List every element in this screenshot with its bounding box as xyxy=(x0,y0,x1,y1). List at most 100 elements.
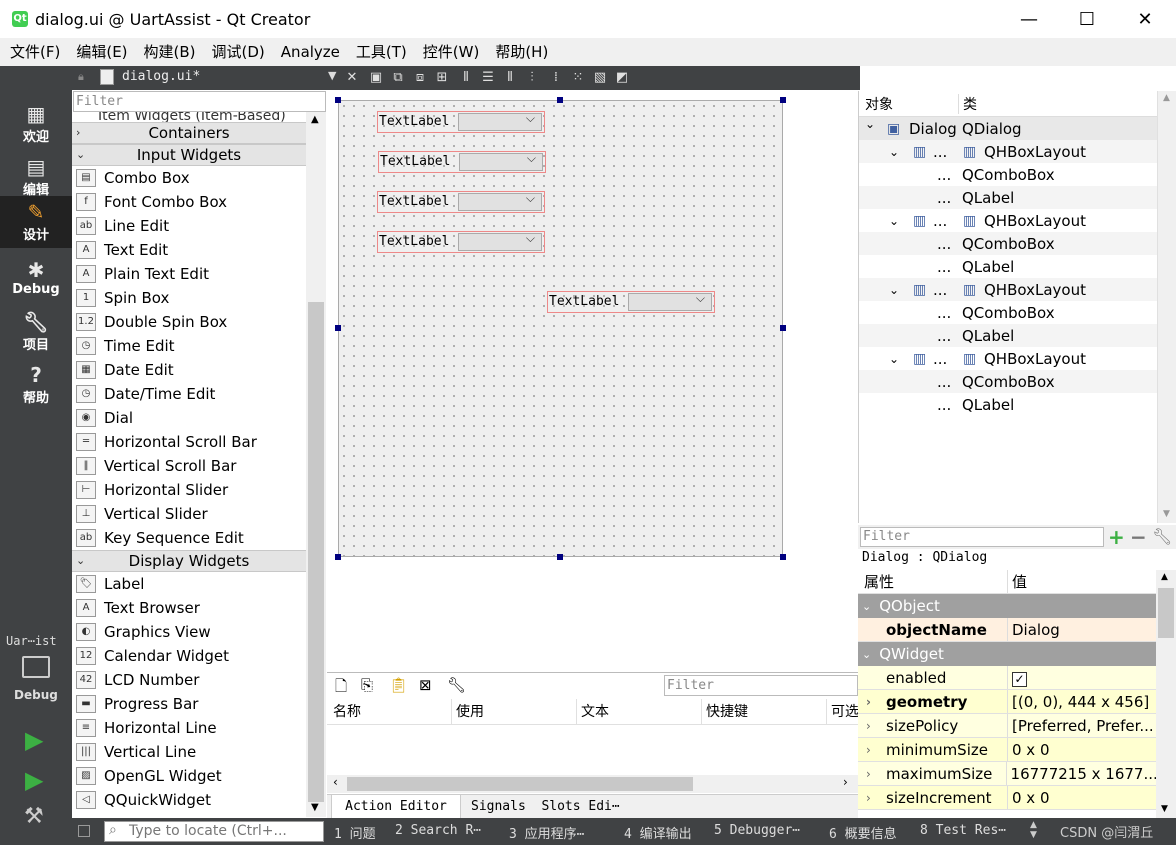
category-display-widgets[interactable]: ⌄ Display Widgets xyxy=(72,550,306,572)
property-row[interactable]: › geometry [(0, 0), 444 x 456] xyxy=(858,690,1156,714)
object-inspector-scrollbar[interactable]: ▲ ▼ xyxy=(1157,91,1176,523)
tree-row[interactable]: ⌄ ▥... ▥ QHBoxLayout xyxy=(859,347,1176,370)
mode-design[interactable]: ✎ 设计 xyxy=(0,196,72,248)
configure-wrench-icon[interactable]: 🔧︎ xyxy=(447,676,466,694)
menu-help[interactable]: 帮助(H) xyxy=(487,38,556,66)
section-qwidget[interactable]: ⌄ QWidget xyxy=(858,642,1156,666)
property-editor-scrollbar[interactable]: ▲ ▼ xyxy=(1156,570,1176,818)
text-label[interactable]: TextLabel xyxy=(379,152,459,172)
scrollbar-thumb[interactable] xyxy=(347,777,693,791)
menu-build[interactable]: 构建(B) xyxy=(136,38,204,66)
tab-action-editor[interactable]: Action Editor xyxy=(331,795,461,819)
category-containers[interactable]: › Containers xyxy=(72,122,306,144)
resize-handle[interactable] xyxy=(335,554,341,560)
form-layout-icon[interactable]: ⁞ xyxy=(546,68,566,88)
widget-item[interactable]: ◁ QQuickWidget xyxy=(72,788,306,812)
pane-general-messages[interactable]: 6 概要信息 xyxy=(829,823,897,842)
hbox-layout-5[interactable]: TextLabel xyxy=(547,291,715,313)
text-label[interactable]: TextLabel xyxy=(548,292,628,312)
column-checkable[interactable]: 可选 xyxy=(827,699,858,724)
widget-item[interactable]: ◷ Time Edit xyxy=(72,334,306,358)
tree-row[interactable]: ⌄ ▥... ▥ QHBoxLayout xyxy=(859,140,1176,163)
resize-handle[interactable] xyxy=(557,97,563,103)
tab-signals-slots[interactable]: Signals Slots Edi⋯ xyxy=(471,795,620,819)
widget-item[interactable]: ‖ Vertical Scroll Bar xyxy=(72,454,306,478)
debug-run-icon[interactable]: ▶ xyxy=(25,766,43,794)
combo-box[interactable] xyxy=(458,231,542,251)
resize-handle[interactable] xyxy=(335,325,341,331)
widget-item[interactable]: ▬ Progress Bar xyxy=(72,692,306,716)
close-document-icon[interactable]: ✕ xyxy=(342,68,362,88)
minimize-button[interactable]: — xyxy=(1000,0,1058,38)
text-label[interactable]: TextLabel xyxy=(378,192,458,212)
widget-item[interactable]: ab Line Edit xyxy=(72,214,306,238)
tree-row[interactable]: ... QComboBox xyxy=(859,163,1176,186)
hbox-layout-3[interactable]: TextLabel xyxy=(377,191,545,213)
tree-row[interactable]: ... QLabel xyxy=(859,393,1176,416)
mode-help[interactable]: ? 帮助 xyxy=(0,359,72,411)
menu-tools[interactable]: 工具(T) xyxy=(348,38,415,66)
combo-box[interactable] xyxy=(459,151,543,171)
property-row[interactable]: enabled ✓ xyxy=(858,666,1156,690)
remove-property-icon[interactable]: − xyxy=(1130,525,1147,549)
tree-row[interactable]: ... QComboBox xyxy=(859,301,1176,324)
scroll-up-icon[interactable]: ▲ xyxy=(1161,572,1168,582)
edit-tab-order-icon[interactable]: ⊞ xyxy=(432,68,452,88)
widget-filter-input[interactable]: Filter xyxy=(73,91,326,112)
pane-debugger-console[interactable]: 5 Debugger⋯ xyxy=(714,823,800,838)
mode-projects[interactable]: 🔧︎ 项目 xyxy=(0,306,72,358)
widget-item[interactable]: ◐ Graphics View xyxy=(72,620,306,644)
pane-compile-output[interactable]: 4 编译输出 xyxy=(624,823,692,842)
widget-item[interactable]: 12 Calendar Widget xyxy=(72,644,306,668)
column-property[interactable]: 属性 xyxy=(858,570,1008,593)
chevron-right-icon[interactable]: › xyxy=(866,690,871,714)
tree-row[interactable]: ⌄ ▥... ▥ QHBoxLayout xyxy=(859,209,1176,232)
hbox-layout-2[interactable]: TextLabel xyxy=(378,151,546,173)
horizontal-layout-icon[interactable]: ⦀ xyxy=(456,68,476,88)
scroll-down-icon[interactable]: ▼ xyxy=(1163,509,1170,519)
property-row[interactable]: › sizeIncrement 0 x 0 xyxy=(858,786,1156,810)
text-label[interactable]: TextLabel xyxy=(378,112,458,132)
menu-debug[interactable]: 调试(D) xyxy=(204,38,273,66)
widget-item[interactable]: ◷ Date/Time Edit xyxy=(72,382,306,406)
action-filter-input[interactable]: Filter xyxy=(664,675,858,696)
chevron-right-icon[interactable]: › xyxy=(866,762,871,786)
widget-item[interactable]: 42 LCD Number xyxy=(72,668,306,692)
widget-item[interactable]: ▤ Combo Box xyxy=(72,166,306,190)
widget-item[interactable]: A Text Browser xyxy=(72,596,306,620)
splitter-vertical-icon[interactable]: ⫶ xyxy=(522,68,542,88)
edit-buddies-icon[interactable]: ⧈ xyxy=(410,68,430,88)
edit-signals-icon[interactable]: ⧉ xyxy=(388,68,408,88)
tree-row[interactable]: ... QComboBox xyxy=(859,370,1176,393)
scroll-up-icon[interactable]: ▲ xyxy=(1163,93,1170,103)
pane-switch-icon[interactable]: ▲ ▼ xyxy=(1030,820,1037,840)
widget-box-scrollbar[interactable]: ▲ ▼ xyxy=(306,112,326,817)
property-filter-input[interactable]: Filter xyxy=(860,527,1104,547)
grid-layout-icon[interactable]: ⁙ xyxy=(568,68,588,88)
chevron-right-icon[interactable]: › xyxy=(866,714,871,738)
editor-filename[interactable]: dialog.ui* xyxy=(122,69,200,84)
scroll-right-icon[interactable]: › xyxy=(843,775,848,789)
resize-handle[interactable] xyxy=(557,554,563,560)
pane-test-results[interactable]: 8 Test Res⋯ xyxy=(920,823,1006,838)
monitor-icon[interactable] xyxy=(22,656,50,678)
toggle-sidebar-icon[interactable] xyxy=(78,825,90,837)
widget-item[interactable]: ⊢ Horizontal Slider xyxy=(72,478,306,502)
paste-action-icon[interactable]: 📋︎ xyxy=(389,676,408,694)
scroll-down-icon[interactable]: ▼ xyxy=(1161,804,1168,814)
file-dropdown-icon[interactable]: ▼ xyxy=(328,69,336,82)
tree-row[interactable]: ... QLabel xyxy=(859,186,1176,209)
copy-action-icon[interactable]: ⎘ xyxy=(361,676,373,694)
menu-widgets[interactable]: 控件(W) xyxy=(415,38,488,66)
build-hammer-icon[interactable]: ⚒ xyxy=(24,804,44,829)
widget-item[interactable]: ||| Vertical Line xyxy=(72,740,306,764)
category-input-widgets[interactable]: ⌄ Input Widgets xyxy=(72,144,306,166)
delete-action-icon[interactable]: ⊠ xyxy=(419,676,432,694)
column-value[interactable]: 值 xyxy=(1008,570,1027,594)
widget-item[interactable]: ▨ OpenGL Widget xyxy=(72,764,306,788)
widget-item[interactable]: ▦ Date Edit xyxy=(72,358,306,382)
action-hscrollbar[interactable]: ‹ › xyxy=(327,775,858,793)
enabled-checkbox[interactable]: ✓ xyxy=(1008,666,1027,690)
column-name[interactable]: 名称 xyxy=(327,699,452,724)
property-row[interactable]: › maximumSize 16777215 x 1677... xyxy=(858,762,1156,786)
